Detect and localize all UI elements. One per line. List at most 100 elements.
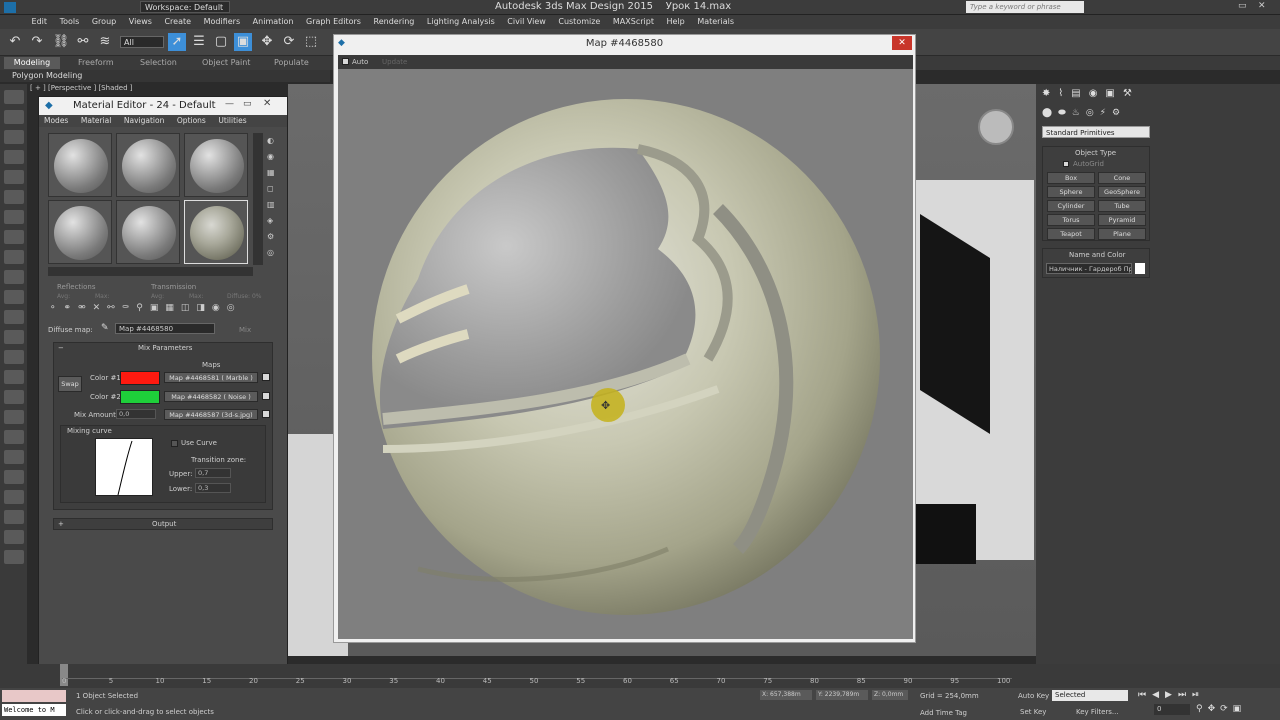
- unlink-icon[interactable]: ⚯: [74, 33, 92, 51]
- color2-swatch[interactable]: [120, 390, 160, 404]
- tool-icon[interactable]: [3, 550, 24, 564]
- menu-materials[interactable]: Materials: [692, 15, 739, 29]
- panel-tabs-icon[interactable]: ✸⌇▤◉▣⚒: [1042, 88, 1162, 102]
- key-selection-dropdown[interactable]: Selected: [1052, 690, 1128, 701]
- cone-button[interactable]: Cone: [1098, 172, 1146, 184]
- object-color-swatch[interactable]: [1135, 263, 1145, 274]
- mix-parameters-title[interactable]: Mix Parameters: [138, 344, 192, 352]
- menu-modifiers[interactable]: Modifiers: [199, 15, 246, 29]
- tab-freeform[interactable]: Freeform: [78, 57, 114, 69]
- lower-spinner[interactable]: 0,3: [195, 483, 231, 493]
- cylinder-button[interactable]: Cylinder: [1047, 200, 1095, 212]
- tube-button[interactable]: Tube: [1098, 200, 1146, 212]
- menu-civil-view[interactable]: Civil View: [502, 15, 551, 29]
- tab-modeling[interactable]: Modeling: [4, 57, 60, 69]
- update-button[interactable]: Update: [382, 58, 407, 66]
- maxscript-listener[interactable]: [2, 690, 66, 702]
- map-render-canvas[interactable]: ✥: [338, 69, 913, 639]
- menu-options[interactable]: Options: [172, 116, 211, 125]
- tool-icon[interactable]: [3, 290, 24, 304]
- x-coordinate[interactable]: X: 657,388m: [760, 690, 812, 700]
- z-coordinate[interactable]: Z: 0,0mm: [872, 690, 908, 700]
- map1-checkbox[interactable]: [262, 373, 270, 381]
- primitives-dropdown[interactable]: Standard Primitives: [1042, 126, 1150, 138]
- tool-icon[interactable]: [3, 370, 24, 384]
- tool-icon[interactable]: [3, 230, 24, 244]
- tool-icon[interactable]: [3, 90, 24, 104]
- tab-selection[interactable]: Selection: [140, 57, 177, 69]
- tool-icon[interactable]: [3, 310, 24, 324]
- undo-icon[interactable]: ↶: [6, 33, 24, 51]
- menu-tools[interactable]: Tools: [55, 15, 85, 29]
- add-time-tag[interactable]: Add Time Tag: [920, 709, 967, 717]
- rollout-collapse-icon[interactable]: −: [58, 344, 64, 352]
- current-frame-field[interactable]: 0: [1154, 704, 1190, 715]
- menu-animation[interactable]: Animation: [248, 15, 299, 29]
- tool-icon[interactable]: [3, 210, 24, 224]
- autogrid-checkbox[interactable]: [1063, 161, 1069, 167]
- torus-button[interactable]: Torus: [1047, 214, 1095, 226]
- map2-checkbox[interactable]: [262, 392, 270, 400]
- menu-navigation[interactable]: Navigation: [119, 116, 169, 125]
- minimize-icon[interactable]: —: [225, 99, 234, 109]
- workspace-dropdown[interactable]: Workspace: Default: [140, 1, 230, 13]
- tool-icon[interactable]: [3, 450, 24, 464]
- menu-graph-editors[interactable]: Graph Editors: [301, 15, 366, 29]
- tool-icon[interactable]: [3, 250, 24, 264]
- viewport-label[interactable]: [ + ] [Perspective ] [Shaded ]: [30, 84, 133, 92]
- material-toolbar-icons[interactable]: ⚬⚭⚮✕⚯⚰⚲▣▦◫◨◉◎: [49, 303, 277, 317]
- minimize-icon[interactable]: ▭: [1238, 1, 1250, 13]
- menu-utilities[interactable]: Utilities: [213, 116, 251, 125]
- tool-icon[interactable]: [3, 170, 24, 184]
- menu-create[interactable]: Create: [159, 15, 196, 29]
- select-object-icon[interactable]: ➚: [168, 33, 186, 51]
- use-curve-checkbox[interactable]: [171, 440, 178, 447]
- viewcube-icon[interactable]: [978, 109, 1014, 145]
- sphere-button[interactable]: Sphere: [1047, 186, 1095, 198]
- app-logo-icon[interactable]: [4, 2, 16, 13]
- menu-modes[interactable]: Modes: [39, 116, 73, 125]
- menu-help[interactable]: Help: [662, 15, 690, 29]
- menu-group[interactable]: Group: [87, 15, 121, 29]
- material-type-button[interactable]: Mix: [239, 326, 251, 334]
- tool-icon[interactable]: [3, 410, 24, 424]
- upper-spinner[interactable]: 0,7: [195, 468, 231, 478]
- create-categories-icon[interactable]: ⬤⬬♨◎⚡⚙: [1042, 108, 1154, 122]
- tool-icon[interactable]: [3, 510, 24, 524]
- navigation-controls-icon[interactable]: ⚲✥⟳▣: [1196, 704, 1278, 716]
- window-crossing-icon[interactable]: ▣: [234, 33, 252, 51]
- eyedropper-icon[interactable]: ✎: [101, 323, 111, 333]
- menu-customize[interactable]: Customize: [553, 15, 605, 29]
- move-icon[interactable]: ✥: [258, 33, 276, 51]
- set-key-button[interactable]: Set Key: [1020, 708, 1046, 716]
- slots-scrollbar[interactable]: [253, 133, 263, 265]
- object-name-input[interactable]: Наличник - Гардероб Пр: [1046, 263, 1132, 274]
- close-icon[interactable]: ✕: [892, 36, 912, 50]
- menu-views[interactable]: Views: [124, 15, 157, 29]
- pyramid-button[interactable]: Pyramid: [1098, 214, 1146, 226]
- tool-icon[interactable]: [3, 390, 24, 404]
- maximize-icon[interactable]: ▭: [243, 99, 252, 109]
- output-rollout[interactable]: + Output: [53, 518, 273, 530]
- render-tools-icon[interactable]: [1040, 33, 1260, 51]
- tab-populate[interactable]: Populate: [274, 57, 309, 69]
- y-coordinate[interactable]: Y: 2239,789m: [816, 690, 868, 700]
- sample-slot[interactable]: [184, 133, 248, 197]
- rectangular-selection-icon[interactable]: ▢: [212, 33, 230, 51]
- sample-slot[interactable]: [116, 133, 180, 197]
- scale-icon[interactable]: ⬚: [302, 33, 320, 51]
- sample-slot[interactable]: [48, 133, 112, 197]
- map3-checkbox[interactable]: [262, 410, 270, 418]
- horizontal-scrollbar[interactable]: [48, 267, 253, 276]
- auto-checkbox[interactable]: [342, 58, 349, 65]
- map1-button[interactable]: Map #4468581 ( Marble ): [164, 372, 258, 383]
- sample-slot[interactable]: [48, 200, 112, 264]
- plane-button[interactable]: Plane: [1098, 228, 1146, 240]
- menu-edit[interactable]: Edit: [27, 15, 53, 29]
- close-icon[interactable]: ✕: [263, 98, 271, 109]
- time-slider[interactable]: 0 5 10 15 20 25 30 35 40 45 50 55 60 65 70 75 80 85 90 95 10…: [0, 664, 1280, 688]
- output-title[interactable]: Output: [152, 520, 176, 528]
- close-icon[interactable]: ✕: [1258, 1, 1270, 13]
- map2-button[interactable]: Map #4468582 ( Noise ): [164, 391, 258, 402]
- link-icon[interactable]: ⛓: [52, 33, 70, 51]
